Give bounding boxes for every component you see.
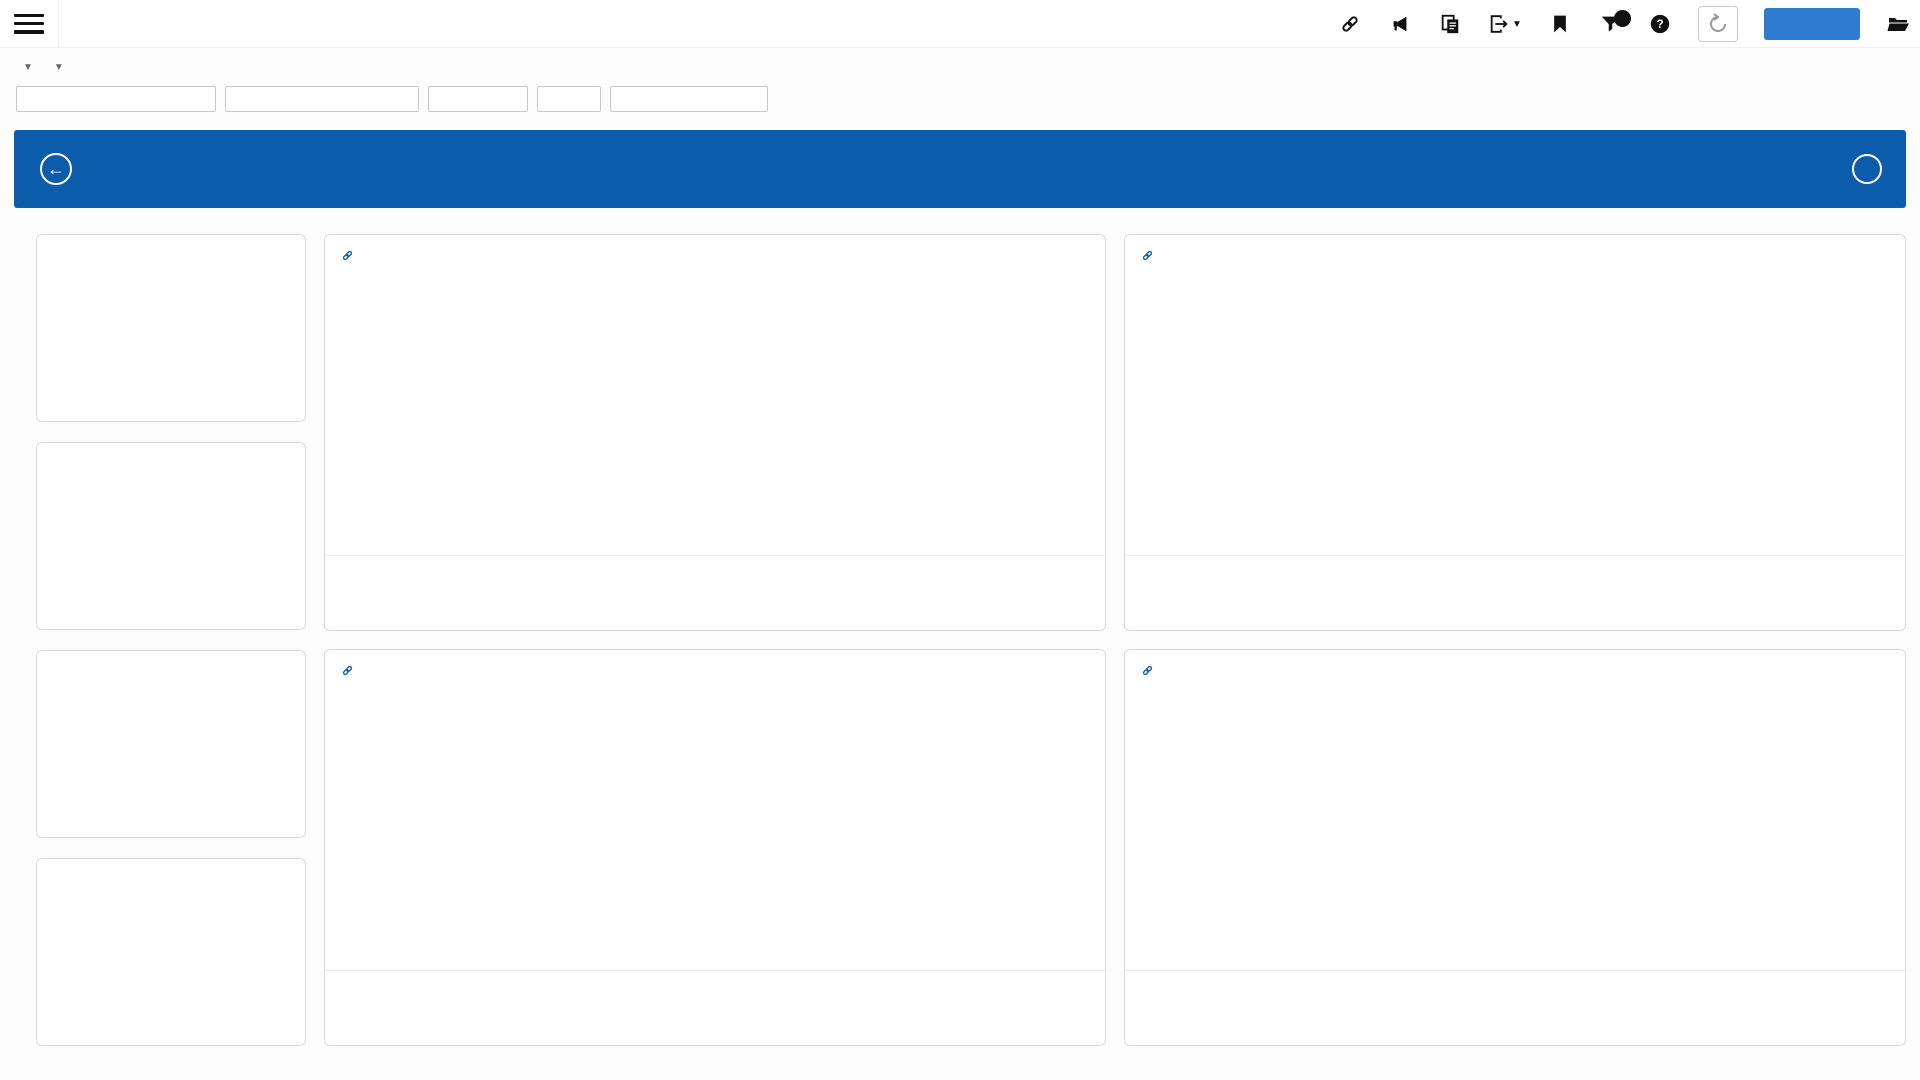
breadcrumb: ▼ ▼ xyxy=(16,48,1920,86)
link-icon xyxy=(1141,249,1154,262)
filter-chip[interactable] xyxy=(428,86,528,112)
kpi-column xyxy=(36,234,306,1046)
chevron-down-icon[interactable]: ▼ xyxy=(54,62,64,73)
back-button[interactable]: ← xyxy=(40,153,72,185)
folder-icon[interactable] xyxy=(1886,12,1910,36)
chart-canvas-solvency-ratio xyxy=(1143,253,1887,553)
chart-canvas-gross-profit-margin xyxy=(343,668,1087,968)
link-icon xyxy=(1141,664,1154,677)
kpi-card-free-cash-flow xyxy=(36,858,306,1046)
banner-help-icon[interactable] xyxy=(1852,154,1882,184)
kpi-sparkline xyxy=(78,691,264,755)
chevron-down-icon: ▼ xyxy=(1512,19,1522,30)
topbar-divider xyxy=(58,0,59,48)
chart-card-ar-ap-turnover xyxy=(1124,649,1906,1046)
help-icon[interactable]: ? xyxy=(1648,12,1672,36)
filter-chip[interactable] xyxy=(537,86,601,112)
drill-across-link[interactable] xyxy=(1141,664,1160,677)
chart-canvas-ar-ap-turnover xyxy=(1143,668,1887,968)
drill-across-link[interactable] xyxy=(1141,249,1160,262)
kpi-card-operating-cash-cycle xyxy=(36,442,306,630)
chart-card-solvency-ratio xyxy=(1124,234,1906,631)
kpi-sparkline xyxy=(78,899,264,963)
filter-chip[interactable] xyxy=(610,86,768,112)
top-bar: ▼ ? xyxy=(0,0,1920,48)
chart-card-gross-profit-margin xyxy=(324,649,1106,1046)
filter-chip-row xyxy=(16,86,1920,122)
dashboard-banner: ← xyxy=(14,130,1906,208)
refresh-button[interactable] xyxy=(1698,6,1738,42)
link-icon[interactable] xyxy=(1338,12,1362,36)
menu-icon[interactable] xyxy=(14,14,44,34)
chart-canvas-working-capital-liquidity xyxy=(343,253,1087,553)
bookmark-icon[interactable] xyxy=(1548,12,1572,36)
filter-chip[interactable] xyxy=(16,86,216,112)
svg-text:?: ? xyxy=(1656,17,1663,31)
dashboard-body xyxy=(36,234,1906,1046)
kpi-sparkline xyxy=(78,483,264,547)
filter-badge xyxy=(1614,10,1631,27)
edit-button[interactable] xyxy=(1764,8,1860,40)
link-icon xyxy=(341,249,354,262)
kpi-sparkline xyxy=(78,275,264,339)
chart-card-working-capital-liquidity xyxy=(324,234,1106,631)
drill-across-link[interactable] xyxy=(341,664,360,677)
kpi-card-operating-income xyxy=(36,234,306,422)
copy-icon[interactable] xyxy=(1438,12,1462,36)
link-icon xyxy=(341,664,354,677)
chevron-down-icon[interactable]: ▼ xyxy=(23,62,33,73)
megaphone-icon[interactable] xyxy=(1388,12,1412,36)
drill-across-link[interactable] xyxy=(341,249,360,262)
filter-icon[interactable] xyxy=(1598,12,1622,36)
kpi-card-net-working-capital xyxy=(36,650,306,838)
export-icon[interactable]: ▼ xyxy=(1488,12,1522,36)
filter-chip[interactable] xyxy=(225,86,419,112)
